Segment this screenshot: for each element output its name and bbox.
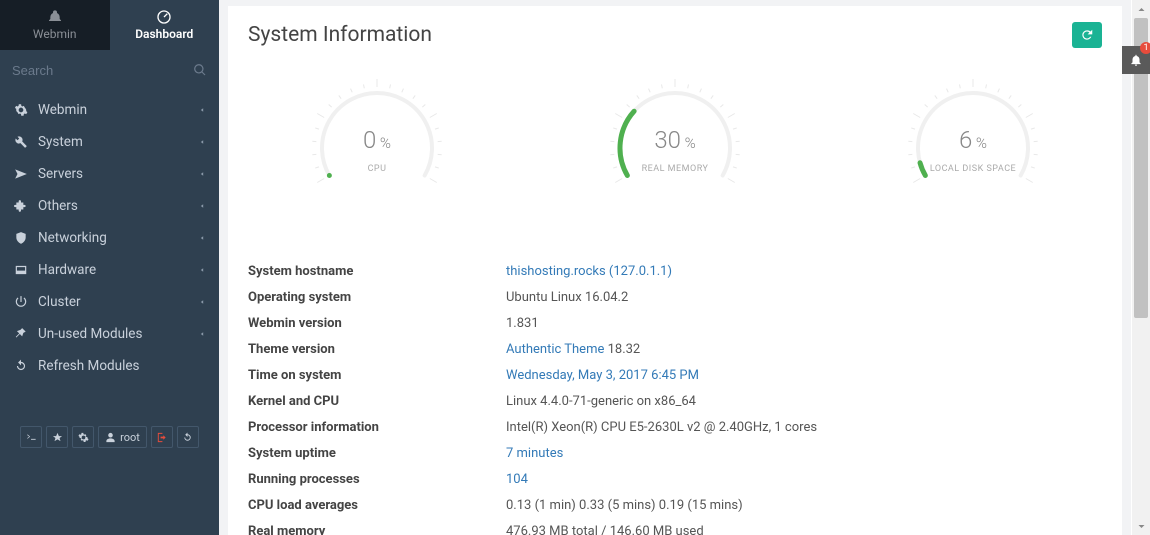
notification-badge: 1 <box>1140 42 1150 54</box>
refresh-button[interactable] <box>1072 22 1102 48</box>
gauge-value: 6 % <box>883 126 1063 154</box>
tab-webmin-label: Webmin <box>33 27 77 41</box>
gauge-value: 30 % <box>585 126 765 154</box>
load-value: 0.13 (1 min) 0.33 (5 mins) 0.19 (15 mins… <box>506 498 743 513</box>
wrench-icon <box>14 135 28 149</box>
panel: System Information 0 % CPU 30 % REAL MEMORY… <box>228 6 1122 535</box>
notifications-button[interactable]: 1 <box>1122 46 1150 74</box>
bottom-toolbar: root <box>0 426 219 448</box>
theme-suffix: 18.32 <box>604 342 640 357</box>
hostname-link[interactable]: thishosting.rocks (127.0.1.1) <box>506 264 672 279</box>
refresh-icon <box>14 359 28 373</box>
dashboard-icon <box>156 9 172 25</box>
info-table: System hostnamethishosting.rocks (127.0.… <box>228 258 1122 535</box>
theme-link[interactable]: Authentic Theme <box>506 342 604 357</box>
shield-icon <box>14 231 28 245</box>
gauge-label: CPU <box>287 164 467 174</box>
sidebar-item-cluster[interactable]: Cluster <box>0 286 219 318</box>
kernel-value: Linux 4.4.0-71-generic on x86_64 <box>506 394 696 409</box>
webmin-version-value: 1.831 <box>506 316 539 331</box>
thumbtack-icon <box>14 327 28 341</box>
tab-dashboard[interactable]: Dashboard <box>110 0 220 50</box>
sidebar-item-label: Hardware <box>38 262 96 278</box>
refresh-icon <box>1080 28 1094 42</box>
tab-webmin[interactable]: Webmin <box>0 0 110 50</box>
puzzle-icon <box>14 199 28 213</box>
sidebar-item-label: Un-used Modules <box>38 326 142 342</box>
sidebar: Webmin Dashboard Webmin System Servers Othe… <box>0 0 219 535</box>
power-icon <box>14 295 28 309</box>
sidebar-item-label: Others <box>38 198 78 214</box>
plane-icon <box>14 167 28 181</box>
sidebar-item-label: Servers <box>38 166 83 182</box>
time-label: Time on system <box>248 368 506 383</box>
gauge-label: LOCAL DISK SPACE <box>883 164 1063 174</box>
search-icon[interactable] <box>193 63 207 77</box>
proc-label: Processor information <box>248 420 506 435</box>
search-container <box>0 50 219 90</box>
sidebar-item-system[interactable]: System <box>0 126 219 158</box>
scroll-down-button[interactable] <box>1132 517 1150 535</box>
gauge-cpu: 0 % CPU <box>287 78 467 228</box>
panel-header: System Information <box>228 6 1122 58</box>
gauges: 0 % CPU 30 % REAL MEMORY 6 % LOCAL DISK SPACE <box>228 58 1122 258</box>
search-input[interactable] <box>12 63 193 78</box>
gauge-value: 0 % <box>287 126 467 154</box>
time-link[interactable]: Wednesday, May 3, 2017 6:45 PM <box>506 368 699 383</box>
sidebar-item-refresh[interactable]: Refresh Modules <box>0 350 219 382</box>
refresh-toolbar-button[interactable] <box>177 426 199 448</box>
sidebar-item-label: Webmin <box>38 102 87 118</box>
settings-button[interactable] <box>72 426 94 448</box>
mem-value: 476.93 MB total / 146.60 MB used <box>506 524 704 535</box>
sidebar-item-label: Networking <box>38 230 107 246</box>
gauge-real-memory: 30 % REAL MEMORY <box>585 78 765 228</box>
page-title: System Information <box>248 23 432 47</box>
terminal-button[interactable] <box>20 426 42 448</box>
user-label: root <box>120 431 140 444</box>
nav: Webmin System Servers Others Networking Hardw… <box>0 94 219 382</box>
logout-button[interactable] <box>151 426 173 448</box>
kernel-label: Kernel and CPU <box>248 394 506 409</box>
uptime-label: System uptime <box>248 446 506 461</box>
webmin-version-label: Webmin version <box>248 316 506 331</box>
sidebar-item-hardware[interactable]: Hardware <box>0 254 219 286</box>
theme-label: Theme version <box>248 342 506 357</box>
gauge-local-disk-space: 6 % LOCAL DISK SPACE <box>883 78 1063 228</box>
user-button[interactable]: root <box>98 426 147 448</box>
main-content: System Information 0 % CPU 30 % REAL MEMORY… <box>219 0 1131 535</box>
os-value: Ubuntu Linux 16.04.2 <box>506 290 628 305</box>
hostname-label: System hostname <box>248 264 506 279</box>
procs-link[interactable]: 104 <box>506 472 528 487</box>
mem-label: Real memory <box>248 524 506 535</box>
sidebar-item-webmin[interactable]: Webmin <box>0 94 219 126</box>
uptime-link[interactable]: 7 minutes <box>506 446 563 461</box>
procs-label: Running processes <box>248 472 506 487</box>
bell-icon <box>1129 53 1143 67</box>
load-label: CPU load averages <box>248 498 506 513</box>
hdd-icon <box>14 263 28 277</box>
sidebar-item-label: System <box>38 134 83 150</box>
proc-value: Intel(R) Xeon(R) CPU E5-2630L v2 @ 2.40G… <box>506 420 817 435</box>
sidebar-item-label: Refresh Modules <box>38 358 139 374</box>
sidebar-item-label: Cluster <box>38 294 81 310</box>
favorites-button[interactable] <box>46 426 68 448</box>
sidebar-item-servers[interactable]: Servers <box>0 158 219 190</box>
sidebar-item-others[interactable]: Others <box>0 190 219 222</box>
tab-dashboard-label: Dashboard <box>135 27 193 41</box>
gauge-label: REAL MEMORY <box>585 164 765 174</box>
scrollbar-track[interactable] <box>1132 0 1150 535</box>
scroll-up-button[interactable] <box>1132 0 1150 18</box>
os-label: Operating system <box>248 290 506 305</box>
sidebar-tabs: Webmin Dashboard <box>0 0 219 50</box>
sidebar-item-networking[interactable]: Networking <box>0 222 219 254</box>
gear-icon <box>14 103 28 117</box>
sidebar-item-unused[interactable]: Un-used Modules <box>0 318 219 350</box>
webmin-icon <box>47 9 63 25</box>
